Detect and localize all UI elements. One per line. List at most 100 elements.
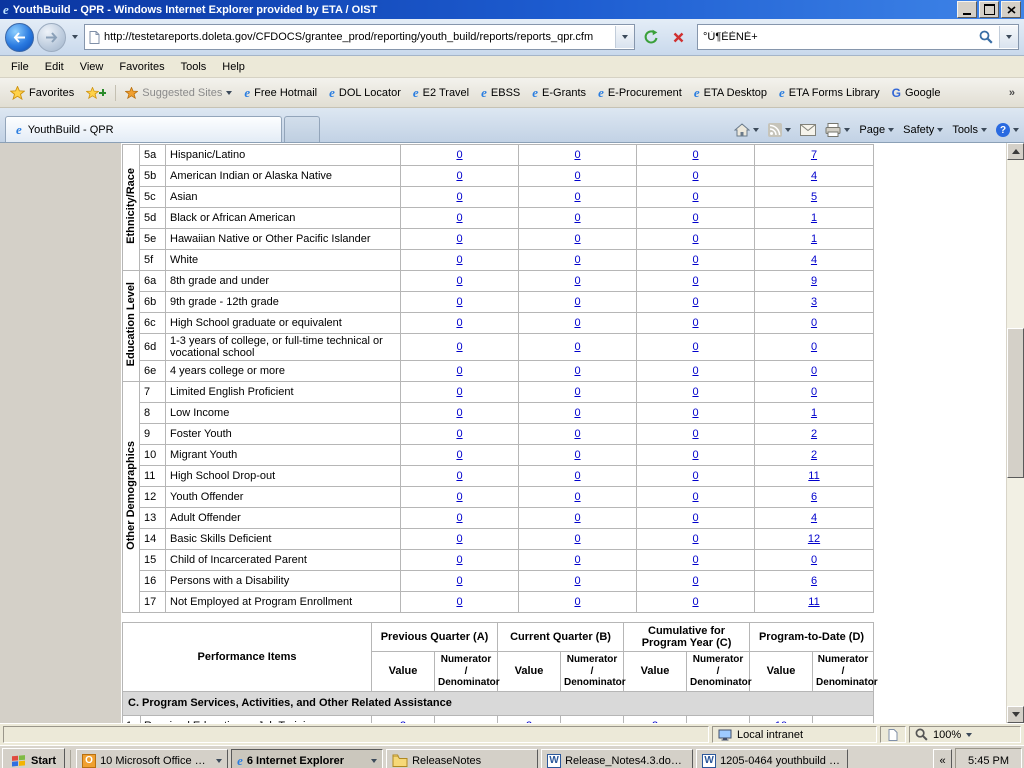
- value-link[interactable]: 0: [456, 275, 462, 287]
- value-link[interactable]: 0: [456, 407, 462, 419]
- value-link[interactable]: 4: [811, 512, 817, 524]
- taskbar-button-release-notes4-3-doc[interactable]: WRelease_Notes4.3.doc -...: [541, 749, 693, 768]
- value-link[interactable]: 10: [775, 720, 787, 723]
- print-button[interactable]: [825, 123, 850, 137]
- value-link[interactable]: 0: [692, 296, 698, 308]
- value-link[interactable]: 0: [456, 191, 462, 203]
- value-link[interactable]: 7: [811, 149, 817, 161]
- value-link[interactable]: 0: [574, 317, 580, 329]
- value-link[interactable]: 12: [808, 533, 820, 545]
- value-link[interactable]: 0: [574, 341, 580, 353]
- menu-favorites[interactable]: Favorites: [111, 58, 172, 76]
- value-link[interactable]: 0: [456, 254, 462, 266]
- value-link[interactable]: 0: [692, 407, 698, 419]
- search-box[interactable]: °Ù¶ÈÈNÈ+: [697, 24, 1019, 50]
- value-link[interactable]: 0: [456, 470, 462, 482]
- add-to-favorites-button[interactable]: [80, 84, 112, 102]
- value-link[interactable]: 0: [692, 317, 698, 329]
- close-button[interactable]: [1001, 1, 1021, 18]
- value-link[interactable]: 0: [574, 296, 580, 308]
- value-link[interactable]: 0: [692, 470, 698, 482]
- value-link[interactable]: 0: [574, 365, 580, 377]
- favorite-link-dol-locator[interactable]: eDOL Locator: [323, 83, 407, 102]
- value-link[interactable]: 0: [456, 554, 462, 566]
- menu-tools[interactable]: Tools: [173, 58, 215, 76]
- value-link[interactable]: 0: [811, 317, 817, 329]
- value-link[interactable]: 0: [456, 212, 462, 224]
- value-link[interactable]: 0: [692, 254, 698, 266]
- value-link[interactable]: 2: [811, 428, 817, 440]
- value-link[interactable]: 0: [456, 575, 462, 587]
- new-tab-stub[interactable]: [284, 116, 320, 142]
- value-link[interactable]: 0: [574, 407, 580, 419]
- forward-button[interactable]: [37, 23, 66, 52]
- value-link[interactable]: 1: [811, 212, 817, 224]
- value-link[interactable]: 0: [811, 554, 817, 566]
- value-link[interactable]: 4: [811, 254, 817, 266]
- favorite-link-e-procurement[interactable]: eE-Procurement: [592, 83, 688, 102]
- value-link[interactable]: 0: [574, 170, 580, 182]
- value-link[interactable]: 0: [574, 212, 580, 224]
- taskbar-button-1205-0464-youthbuild-sc[interactable]: W1205-0464 youthbuild sc...: [696, 749, 848, 768]
- menu-help[interactable]: Help: [214, 58, 253, 76]
- value-link[interactable]: 0: [456, 428, 462, 440]
- value-link[interactable]: 0: [692, 449, 698, 461]
- history-dropdown[interactable]: [69, 27, 81, 47]
- maximize-button[interactable]: [979, 1, 999, 18]
- value-link[interactable]: 2: [811, 449, 817, 461]
- page-menu-button[interactable]: Page: [859, 124, 894, 136]
- search-input[interactable]: °Ù¶ÈÈNÈ+: [703, 31, 973, 43]
- menu-file[interactable]: File: [3, 58, 37, 76]
- title-bar[interactable]: e YouthBuild - QPR - Windows Internet Ex…: [0, 0, 1024, 19]
- value-link[interactable]: 0: [692, 512, 698, 524]
- feeds-button[interactable]: [768, 123, 791, 137]
- favorites-overflow-chevron[interactable]: »: [1004, 87, 1020, 99]
- value-link[interactable]: 3: [652, 720, 658, 723]
- value-link[interactable]: 0: [574, 191, 580, 203]
- value-link[interactable]: 11: [808, 470, 819, 482]
- tools-menu-button[interactable]: Tools: [952, 124, 987, 136]
- back-button[interactable]: [5, 23, 34, 52]
- search-dropdown[interactable]: [999, 26, 1018, 48]
- value-link[interactable]: 0: [574, 596, 580, 608]
- value-link[interactable]: 0: [692, 386, 698, 398]
- value-link[interactable]: 0: [574, 554, 580, 566]
- value-link[interactable]: 0: [574, 428, 580, 440]
- value-link[interactable]: 0: [456, 449, 462, 461]
- value-link[interactable]: 0: [574, 233, 580, 245]
- value-link[interactable]: 0: [692, 275, 698, 287]
- value-link[interactable]: 0: [456, 491, 462, 503]
- value-link[interactable]: 0: [692, 491, 698, 503]
- safety-menu-button[interactable]: Safety: [903, 124, 943, 136]
- value-link[interactable]: 9: [811, 275, 817, 287]
- address-dropdown[interactable]: [615, 26, 634, 48]
- value-link[interactable]: 6: [811, 491, 817, 503]
- value-link[interactable]: 0: [574, 449, 580, 461]
- scroll-up-button[interactable]: [1007, 143, 1024, 160]
- taskbar-button-6-internet-explorer[interactable]: e6 Internet Explorer: [231, 749, 383, 768]
- value-link[interactable]: 0: [456, 365, 462, 377]
- value-link[interactable]: 4: [811, 170, 817, 182]
- value-link[interactable]: 1: [811, 407, 817, 419]
- scrollbar-thumb[interactable]: [1007, 328, 1024, 478]
- value-link[interactable]: 0: [692, 341, 698, 353]
- value-link[interactable]: 0: [811, 365, 817, 377]
- value-link[interactable]: 0: [456, 341, 462, 353]
- favorite-link-google[interactable]: GGoogle: [886, 84, 947, 102]
- value-link[interactable]: 0: [574, 254, 580, 266]
- value-link[interactable]: 0: [456, 533, 462, 545]
- value-link[interactable]: 0: [692, 191, 698, 203]
- favorite-link-free-hotmail[interactable]: eFree Hotmail: [238, 83, 323, 102]
- taskbar-button-releasenotes[interactable]: ReleaseNotes: [386, 749, 538, 768]
- value-link[interactable]: 3: [811, 296, 817, 308]
- value-link[interactable]: 1: [811, 233, 817, 245]
- help-button[interactable]: ?: [996, 123, 1019, 137]
- start-button[interactable]: Start: [2, 748, 65, 768]
- zoom-control[interactable]: 100%: [909, 726, 1021, 743]
- read-mail-button[interactable]: [800, 124, 816, 136]
- favorite-link-ebss[interactable]: eEBSS: [475, 83, 526, 102]
- value-link[interactable]: 0: [692, 212, 698, 224]
- value-link[interactable]: 0: [692, 233, 698, 245]
- value-link[interactable]: 0: [692, 428, 698, 440]
- value-link[interactable]: 0: [692, 596, 698, 608]
